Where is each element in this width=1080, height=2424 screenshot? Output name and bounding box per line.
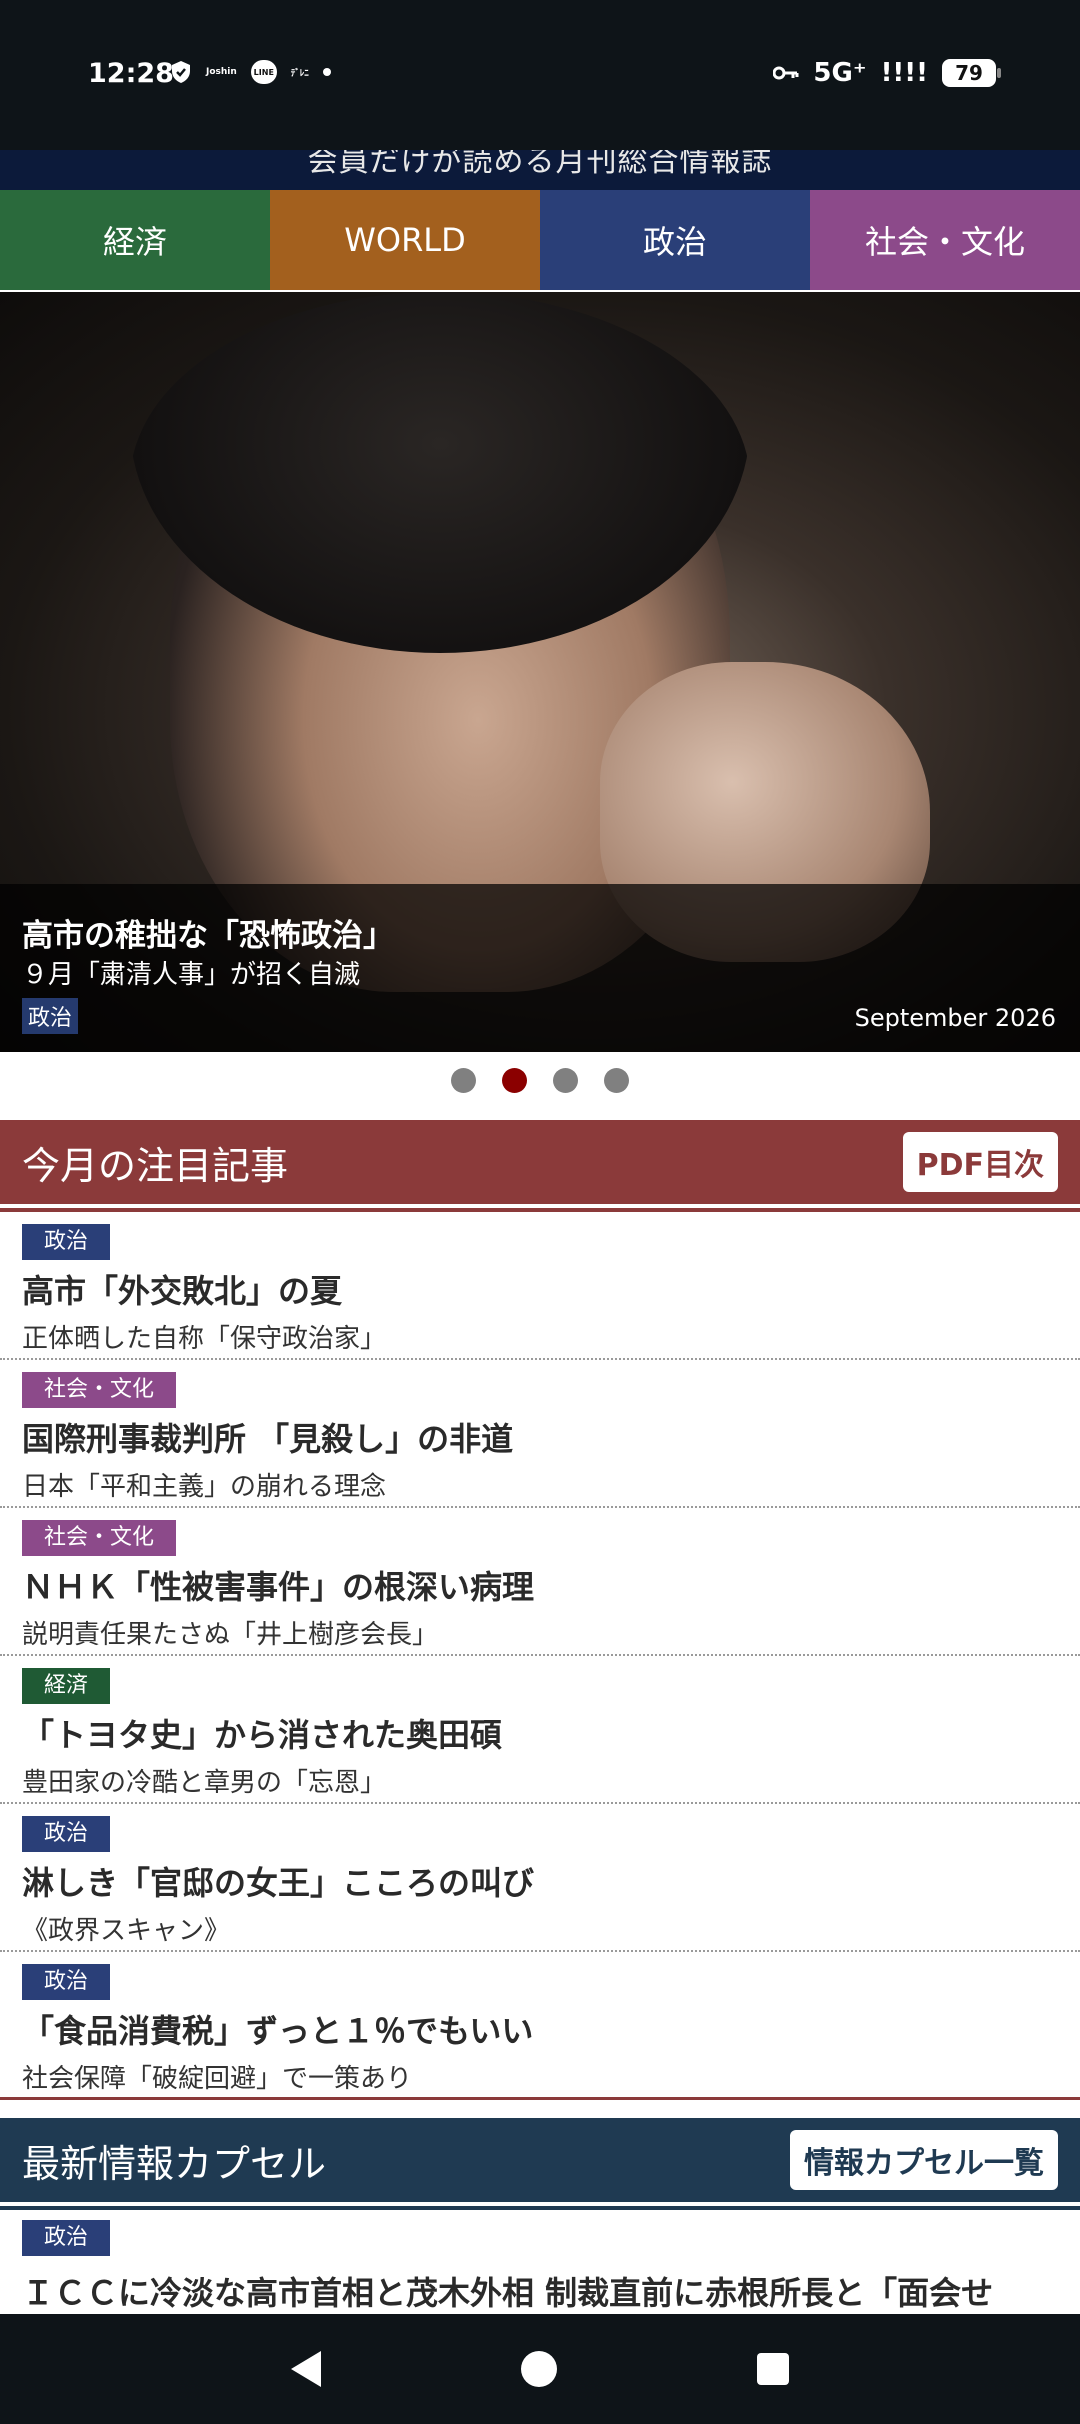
article-item[interactable]: 社会・文化 国際刑事裁判所 「見殺し」の非道 日本「平和主義」の崩れる理念	[0, 1360, 1080, 1508]
battery-icon: 79	[942, 59, 1001, 87]
article-subtitle: 《政界スキャン》	[22, 1916, 231, 1946]
carousel-dot-active[interactable]	[502, 1068, 527, 1093]
featured-article-list: 政治 高市「外交敗北」の夏 正体晒した自称「保守政治家」 社会・文化 国際刑事裁…	[0, 1212, 1080, 2100]
category-nav: 経済 WORLD 政治 社会・文化	[0, 190, 1080, 290]
carousel-indicator	[0, 1068, 1080, 1093]
article-subtitle: 説明責任果たさぬ「井上樹彦会長」	[22, 1620, 439, 1650]
article-title[interactable]: 淋しき「官邸の女王」こころの叫び	[22, 1858, 1058, 1904]
pdf-toc-button[interactable]: PDF目次	[902, 1132, 1058, 1192]
hero-title: 高市の稚拙な「恐怖政治」	[22, 918, 394, 954]
site-tagline: 会員だけが読める月刊総合情報誌	[307, 150, 773, 179]
capsule-title[interactable]: ＩＣＣに冷淡な高市首相と茂木外相 制裁直前に赤根所長と「面会せ	[22, 2268, 1058, 2314]
article-category-badge: 経済	[22, 1668, 111, 1704]
app-icon: ﾃﾞﾚﾆ	[290, 68, 309, 79]
capsule-list-button[interactable]: 情報カプセル一覧	[790, 2130, 1058, 2190]
category-tab-economy[interactable]: 経済	[0, 190, 270, 290]
article-category-badge: 政治	[22, 1964, 111, 2000]
category-tab-society-culture[interactable]: 社会・文化	[810, 190, 1080, 290]
article-item[interactable]: 政治 高市「外交敗北」の夏 正体晒した自称「保守政治家」	[0, 1212, 1080, 1360]
article-subtitle: 日本「平和主義」の崩れる理念	[22, 1472, 387, 1502]
capsule-section-title: 最新情報カプセル	[22, 2141, 327, 2186]
article-title[interactable]: 国際刑事裁判所 「見殺し」の非道	[22, 1414, 1058, 1460]
carousel-dot[interactable]	[451, 1068, 476, 1093]
network-type: 5G⁺	[813, 58, 867, 88]
featured-section-title: 今月の注目記事	[22, 1143, 289, 1188]
system-nav-bar	[0, 2314, 1080, 2424]
hero-subtitle: ９月「粛清人事」が招く自滅	[22, 960, 361, 990]
hero-caption: 高市の稚拙な「恐怖政治」 ９月「粛清人事」が招く自滅 政治 September …	[0, 884, 1080, 1052]
category-tab-world[interactable]: WORLD	[270, 190, 540, 290]
status-bar: 12:28 Joshin LINE ﾃﾞﾚﾆ 5G⁺ !!!! 79	[0, 0, 1080, 150]
joshin-icon: Joshin	[206, 67, 237, 77]
article-category-badge: 政治	[22, 1816, 111, 1852]
site-header: 会員だけが読める月刊総合情報誌	[0, 150, 1080, 190]
hero-date: September 2026	[854, 1004, 1056, 1032]
shield-icon	[170, 60, 192, 84]
article-item[interactable]: 社会・文化 ＮＨＫ「性被害事件」の根深い病理 説明責任果たさぬ「井上樹彦会長」	[0, 1508, 1080, 1656]
signal-icon: !!!!	[880, 58, 928, 88]
article-category-badge: 社会・文化	[22, 1520, 177, 1556]
recents-icon[interactable]	[757, 2353, 789, 2385]
article-subtitle: 豊田家の冷酷と章男の「忘恩」	[22, 1768, 387, 1798]
battery-level: 79	[955, 61, 983, 85]
capsule-section-header: 最新情報カプセル 情報カプセル一覧	[0, 2118, 1080, 2206]
status-time: 12:28	[88, 58, 174, 89]
article-title[interactable]: 「トヨタ史」から消された奥田碩	[22, 1710, 1058, 1756]
article-subtitle: 社会保障「破綻回避」で一策あり	[22, 2064, 413, 2094]
more-notifications-dot	[322, 68, 331, 76]
capsule-item[interactable]: 政治 ＩＣＣに冷淡な高市首相と茂木外相 制裁直前に赤根所長と「面会せ	[0, 2220, 1080, 2314]
hero-slide[interactable]: 高市の稚拙な「恐怖政治」 ９月「粛清人事」が招く自滅 政治 September …	[0, 292, 1080, 1052]
featured-section-header: 今月の注目記事 PDF目次	[0, 1120, 1080, 1208]
carousel-dot[interactable]	[553, 1068, 578, 1093]
vpn-key-icon	[772, 58, 799, 88]
back-icon[interactable]	[291, 2351, 321, 2387]
article-subtitle: 正体晒した自称「保守政治家」	[22, 1324, 387, 1354]
article-category-badge: 社会・文化	[22, 1372, 177, 1408]
line-icon: LINE	[250, 60, 277, 84]
article-item[interactable]: 経済 「トヨタ史」から消された奥田碩 豊田家の冷酷と章男の「忘恩」	[0, 1656, 1080, 1804]
home-icon[interactable]	[521, 2351, 557, 2387]
carousel-dot[interactable]	[604, 1068, 629, 1093]
category-tab-politics[interactable]: 政治	[540, 190, 810, 290]
article-item[interactable]: 政治 淋しき「官邸の女王」こころの叫び 《政界スキャン》	[0, 1804, 1080, 1952]
article-category-badge: 政治	[22, 1224, 111, 1260]
article-title[interactable]: 高市「外交敗北」の夏	[22, 1266, 1058, 1312]
article-item[interactable]: 政治 「食品消費税」ずっと１％でもいい 社会保障「破綻回避」で一策あり	[0, 1952, 1080, 2100]
capsule-category-badge: 政治	[22, 2220, 111, 2256]
article-title[interactable]: ＮＨＫ「性被害事件」の根深い病理	[22, 1562, 1058, 1608]
status-right: 5G⁺ !!!! 79	[772, 58, 1001, 88]
article-title[interactable]: 「食品消費税」ずっと１％でもいい	[22, 2006, 1058, 2052]
hero-category-tag: 政治	[22, 998, 79, 1034]
status-notification-icons: Joshin LINE ﾃﾞﾚﾆ	[170, 60, 331, 84]
